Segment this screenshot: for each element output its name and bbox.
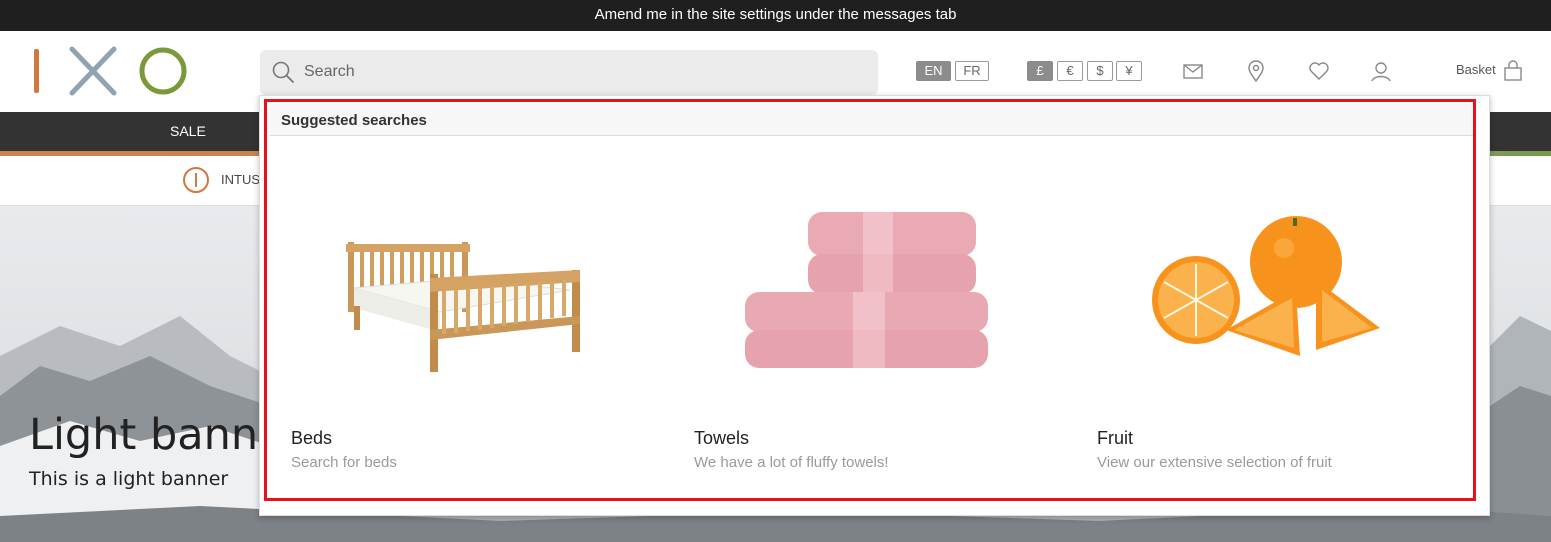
- currency-gbp[interactable]: £: [1027, 61, 1053, 81]
- heart-icon[interactable]: [1307, 59, 1331, 83]
- suggestion-description: We have a lot of fluffy towels!: [694, 454, 889, 471]
- suggested-searches-header: Suggested searches: [270, 104, 1474, 136]
- location-pin-icon[interactable]: [1244, 59, 1268, 83]
- suggestion-name[interactable]: Fruit: [1097, 428, 1133, 449]
- suggestion-fruit[interactable]: Fruit View our extensive selection of fr…: [1076, 160, 1466, 480]
- user-icon[interactable]: [1369, 59, 1393, 83]
- wooden-bed-image[interactable]: [270, 160, 660, 420]
- announcement-bar: Amend me in the site settings under the …: [0, 0, 1551, 31]
- sub-nav-item-intus[interactable]: INTUS: [221, 172, 260, 187]
- suggestion-beds[interactable]: Beds Search for beds: [270, 160, 660, 480]
- basket-label[interactable]: Basket: [1456, 62, 1496, 77]
- suggestion-name[interactable]: Towels: [694, 428, 749, 449]
- suggestion-towels[interactable]: Towels We have a lot of fluffy towels!: [673, 160, 1063, 480]
- banner-subtitle: This is a light banner: [29, 468, 229, 490]
- suggestion-description: Search for beds: [291, 454, 397, 471]
- currency-usd[interactable]: $: [1087, 61, 1113, 81]
- search-input[interactable]: [304, 58, 864, 86]
- pink-towels-image[interactable]: [673, 160, 1063, 420]
- basket-icon[interactable]: [1501, 59, 1525, 83]
- site-logo[interactable]: [30, 45, 190, 97]
- currency-eur[interactable]: €: [1057, 61, 1083, 81]
- announcement-text: Amend me in the site settings under the …: [594, 6, 957, 23]
- search-box[interactable]: [260, 50, 878, 95]
- language-en[interactable]: EN: [916, 61, 951, 81]
- nav-item-sale[interactable]: SALE: [170, 123, 206, 139]
- intus-brand-icon[interactable]: [182, 166, 210, 194]
- suggested-searches-title: Suggested searches: [281, 112, 427, 129]
- language-fr[interactable]: FR: [955, 61, 989, 81]
- suggestion-name[interactable]: Beds: [291, 428, 332, 449]
- mail-icon[interactable]: [1181, 59, 1205, 83]
- currency-jpy[interactable]: ¥: [1116, 61, 1142, 81]
- search-icon[interactable]: [271, 60, 295, 84]
- suggestion-description: View our extensive selection of fruit: [1097, 454, 1332, 471]
- oranges-image[interactable]: [1076, 160, 1466, 420]
